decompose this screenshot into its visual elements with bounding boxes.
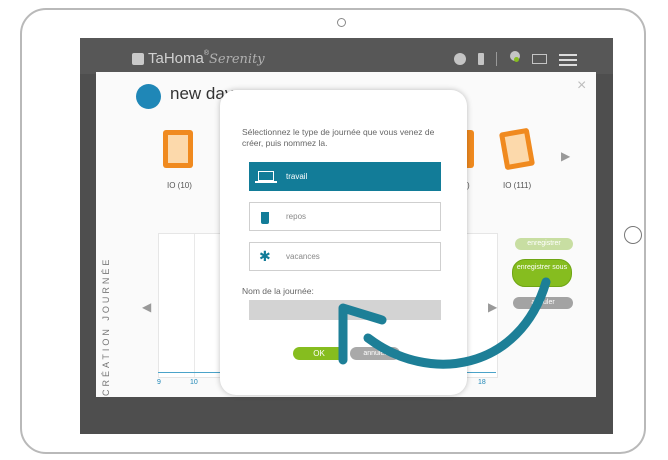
swipe-arrow-head [338, 303, 387, 365]
swipe-arrow-path [363, 277, 551, 369]
swipe-gesture-arrow [338, 277, 551, 369]
